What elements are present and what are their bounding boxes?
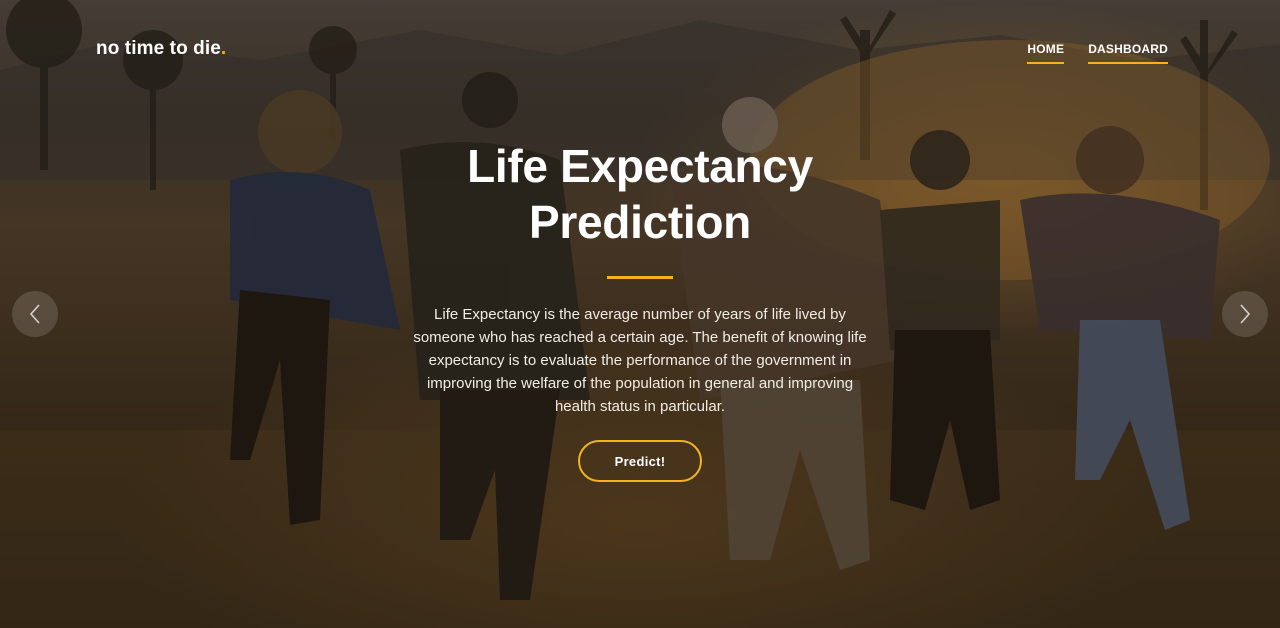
hero-description: Life Expectancy is the average number of… [413, 306, 867, 415]
carousel-prev-button[interactable] [12, 291, 58, 337]
brand-logo[interactable]: no time to die. [96, 38, 226, 60]
hero-section: no time to die. HOME DASHBOARD Life Expe… [0, 0, 1280, 628]
nav-item-home[interactable]: HOME [1027, 42, 1065, 64]
title-divider [607, 276, 673, 279]
carousel-next-button[interactable] [1222, 291, 1268, 337]
predict-button[interactable]: Predict! [578, 440, 702, 482]
title-line-2: Prediction [529, 196, 751, 248]
page-title: Life Expectancy Prediction [390, 138, 890, 250]
brand-dot: . [220, 38, 227, 59]
nav-item-dashboard[interactable]: DASHBOARD [1088, 42, 1168, 64]
hero-content: Life Expectancy Prediction Life Expectan… [390, 138, 890, 482]
chevron-left-icon [28, 303, 42, 325]
title-line-1: Life Expectancy [467, 140, 813, 192]
chevron-right-icon [1238, 303, 1252, 325]
brand-name: no time to die [96, 38, 221, 59]
main-nav: HOME DASHBOARD [1027, 42, 1168, 64]
